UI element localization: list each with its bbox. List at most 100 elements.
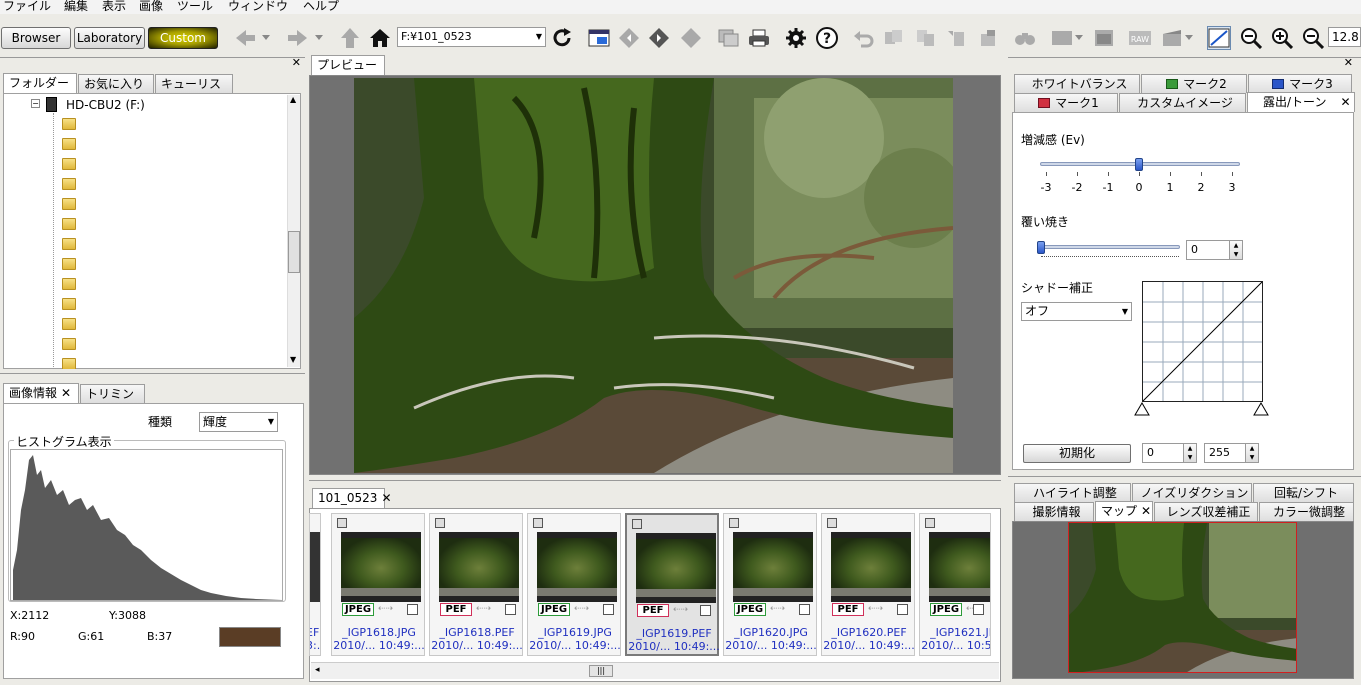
- scroll-thumb[interactable]: |||: [589, 665, 613, 677]
- tab-highlight[interactable]: ハイライト調整: [1014, 483, 1131, 502]
- gear-icon[interactable]: [784, 26, 808, 50]
- scroll-up-icon[interactable]: ▲: [290, 95, 296, 104]
- folder-item[interactable]: 100_0626: [62, 195, 121, 215]
- thumbnail-item[interactable]: PEF ⇠⇢ _IGP1620.PEF 2010/... 10:49:...: [821, 513, 915, 656]
- move-icon[interactable]: [945, 26, 969, 50]
- laboratory-mode-button[interactable]: Laboratory: [74, 27, 145, 49]
- select-checkbox[interactable]: [505, 604, 516, 615]
- refresh-icon[interactable]: [550, 26, 574, 50]
- folder-item[interactable]: 101_0523: [62, 235, 121, 255]
- copy-icon[interactable]: [716, 26, 740, 50]
- select-checkbox[interactable]: [897, 604, 908, 615]
- lock-icon[interactable]: [337, 518, 347, 528]
- tab-folder[interactable]: フォルダー✕: [3, 73, 77, 108]
- rotate-diamond-icon[interactable]: [647, 26, 671, 50]
- clapper-dropdown-icon[interactable]: [1182, 26, 1196, 50]
- tab-white-balance[interactable]: ホワイトバランス: [1014, 74, 1140, 93]
- preview-image[interactable]: [354, 78, 953, 473]
- help-icon[interactable]: ?: [815, 26, 839, 50]
- diamond-icon[interactable]: [679, 26, 703, 50]
- thumbnail-item[interactable]: PEF ⇠⇢ _IGP1619.PEF 2010/... 10:49:...: [625, 513, 720, 656]
- tree-scrollbar[interactable]: ▲ ▼: [287, 95, 300, 367]
- binoculars-icon[interactable]: [1013, 26, 1037, 50]
- select-checkbox[interactable]: [973, 604, 984, 615]
- display-mode-icon[interactable]: [587, 26, 611, 50]
- lock-icon[interactable]: [925, 518, 935, 528]
- select-checkbox[interactable]: [799, 604, 810, 615]
- frame-dropdown-icon[interactable]: [1072, 26, 1086, 50]
- tab-favorites[interactable]: お気に入り: [78, 74, 154, 93]
- lock-icon[interactable]: [435, 518, 445, 528]
- reset-button[interactable]: 初期化: [1023, 444, 1131, 463]
- frame-icon[interactable]: [1050, 26, 1074, 50]
- folder-item[interactable]: 102_0524: [62, 295, 121, 315]
- burn-slider-knob[interactable]: [1037, 241, 1045, 254]
- folder-item[interactable]: 103_0525: [62, 335, 121, 355]
- curve-high-field[interactable]: 255: [1204, 443, 1246, 463]
- window-icon[interactable]: [1092, 26, 1116, 50]
- tab-shooting-info[interactable]: 撮影情報: [1014, 502, 1094, 521]
- lock-icon[interactable]: [533, 518, 543, 528]
- thumbnail-item[interactable]: JPEG ⇠⇢ _IGP1620.JPG 2010/... 10:49:...: [723, 513, 817, 656]
- tab-map[interactable]: マップ ✕: [1095, 501, 1153, 521]
- tab-exposure-tone[interactable]: 露出/トーン ✕: [1247, 92, 1355, 112]
- scroll-thumb[interactable]: [288, 231, 300, 273]
- curve-high-spin-button[interactable]: ▲ ▼: [1245, 443, 1259, 463]
- menu-tools[interactable]: ツール: [177, 0, 213, 13]
- tab-mark2[interactable]: マーク2: [1141, 74, 1247, 93]
- tab-custom-image[interactable]: カスタムイメージ: [1119, 93, 1246, 112]
- burn-spin-button[interactable]: ▲ ▼: [1229, 240, 1243, 260]
- tab-noise-reduction[interactable]: ノイズリダクション: [1132, 483, 1252, 502]
- folder-item[interactable]: 100_0122: [62, 115, 121, 135]
- printer-icon[interactable]: [747, 26, 771, 50]
- close-icon[interactable]: ✕: [1340, 95, 1350, 109]
- curve-low-spin-button[interactable]: ▲ ▼: [1183, 443, 1197, 463]
- folder-item[interactable]: 100_0602: [62, 155, 121, 175]
- tab-rotate-shift[interactable]: 回転/シフト: [1253, 483, 1354, 502]
- tab-mark1[interactable]: マーク1: [1014, 93, 1118, 112]
- browser-mode-button[interactable]: Browser: [1, 27, 71, 49]
- close-icon[interactable]: ✕: [1141, 504, 1151, 518]
- zoom-fit-icon[interactable]: [1301, 26, 1325, 50]
- folder-item[interactable]: 101_0126: [62, 215, 121, 235]
- compare-diamond-icon[interactable]: [617, 26, 641, 50]
- close-icon[interactable]: ✕: [381, 491, 391, 505]
- home-icon[interactable]: [368, 26, 392, 50]
- select-checkbox[interactable]: [603, 604, 614, 615]
- tab-image-info[interactable]: 画像情報 ✕: [3, 383, 79, 403]
- tab-preview[interactable]: プレビュー✕: [311, 55, 385, 90]
- folder-item[interactable]: 101_0620: [62, 275, 121, 295]
- panel-close-icon[interactable]: ✕: [1344, 56, 1353, 69]
- back-arrow-icon[interactable]: [233, 26, 257, 50]
- menu-file[interactable]: ファイル: [3, 0, 51, 13]
- path-select[interactable]: F:¥101_0523 ▼: [397, 27, 546, 47]
- burn-value-field[interactable]: 0: [1186, 240, 1230, 260]
- back-dropdown-icon[interactable]: [259, 26, 273, 50]
- navigator-image[interactable]: [1068, 522, 1297, 673]
- delete-icon[interactable]: [976, 26, 1000, 50]
- tab-queue[interactable]: キューリスト: [155, 74, 233, 109]
- select-checkbox[interactable]: [407, 604, 418, 615]
- folder-item[interactable]: 100_0522: [62, 135, 121, 155]
- zoom-field[interactable]: 12.8: [1328, 27, 1361, 47]
- partial-thumbnail[interactable]: EF 3:...: [309, 513, 321, 656]
- shadow-select[interactable]: オフ ▼: [1021, 302, 1132, 321]
- up-arrow-icon[interactable]: [338, 26, 362, 50]
- tone-curve-icon[interactable]: [1207, 26, 1231, 50]
- menu-window[interactable]: ウィンドウ: [228, 0, 288, 13]
- folder-item[interactable]: 102_0614: [62, 315, 121, 335]
- folder-item[interactable]: 100_0619: [62, 175, 121, 195]
- raw-icon[interactable]: RAW: [1128, 26, 1152, 50]
- lock-icon[interactable]: [632, 519, 642, 529]
- menu-image[interactable]: 画像: [139, 0, 163, 13]
- lock-icon[interactable]: [827, 518, 837, 528]
- tab-folder-101-0523[interactable]: 101_0523 ✕: [312, 488, 392, 508]
- forward-arrow-icon[interactable]: [286, 26, 310, 50]
- curve-high-handle-icon[interactable]: [1253, 402, 1269, 419]
- forward-dropdown-icon[interactable]: [312, 26, 326, 50]
- panel-close-icon[interactable]: ✕: [292, 56, 301, 69]
- curve-low-field[interactable]: 0: [1142, 443, 1184, 463]
- undo-icon[interactable]: [852, 26, 876, 50]
- tab-lens-correction[interactable]: レンズ収差補正: [1154, 502, 1258, 521]
- scroll-left-icon[interactable]: ◂: [315, 665, 320, 675]
